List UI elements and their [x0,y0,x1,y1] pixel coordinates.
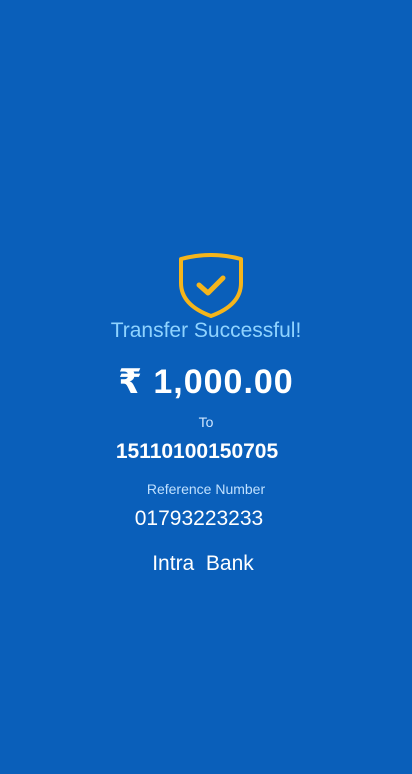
beneficiary-account-number: 15110100150705 [115,440,279,463]
to-label: To [198,414,214,430]
shield-check-icon [179,253,243,318]
status-title: Transfer Successful! [110,319,302,342]
transfer-amount: ₹ 1,000.00 [118,363,294,401]
transfer-type: Intra Bank [152,552,254,575]
reference-number-label: Reference Number [146,481,266,497]
transfer-success-screen: Transfer Successful! ₹ 1,000.00 To 15110… [0,0,412,774]
reference-number-value: 01793223233 [134,507,264,530]
